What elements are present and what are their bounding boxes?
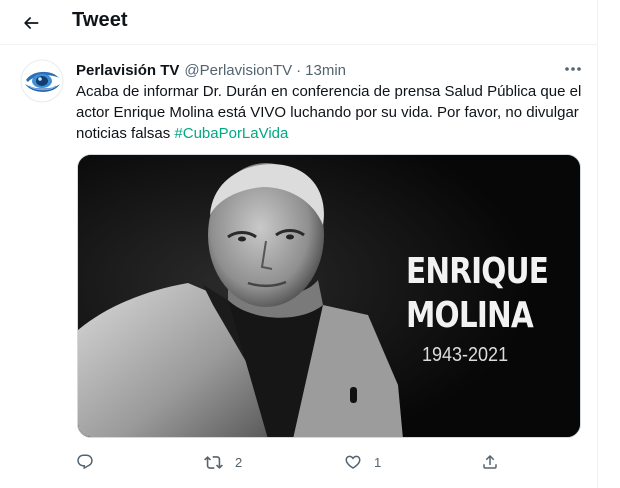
reply-button[interactable] <box>76 449 94 475</box>
share-button[interactable] <box>481 449 499 475</box>
media-caption-line2: MOLINA <box>406 295 534 336</box>
tweet-author-row: Perlavisión TV @PerlavisionTV · 13min <box>76 60 346 80</box>
separator-dot: · <box>296 61 302 79</box>
page-title: Tweet <box>72 9 128 31</box>
hashtag-link[interactable]: #CubaPorLaVida <box>174 125 288 142</box>
tweet-body: Acaba de informar Dr. Durán en conferenc… <box>76 83 582 142</box>
like-button[interactable]: 1 <box>344 449 381 475</box>
tweet-timestamp[interactable]: 13min <box>305 62 346 79</box>
share-icon <box>483 454 497 469</box>
retweet-count: 2 <box>235 454 243 470</box>
author-handle[interactable]: @PerlavisionTV <box>184 62 292 79</box>
tweet-text: Acaba de informar Dr. Durán en conferenc… <box>76 81 586 144</box>
reply-bubble-icon <box>77 454 93 470</box>
avatar[interactable] <box>20 59 64 103</box>
main-column: Tweet Perlavisión TV @PerlavisionTV · 13… <box>0 0 598 488</box>
retweet-icon <box>204 455 223 469</box>
media-caption-line1: ENRIQUE <box>406 251 549 292</box>
author-display-name[interactable]: Perlavisión TV <box>76 62 179 79</box>
page-header: Tweet <box>0 0 598 45</box>
retweet-button[interactable]: 2 <box>204 449 242 475</box>
perlavision-logo <box>20 59 64 103</box>
media-caption-years: 1943-2021 <box>422 344 509 366</box>
back-button[interactable] <box>14 6 48 40</box>
more-dots-icon <box>565 67 581 71</box>
heart-icon <box>345 455 361 469</box>
tweet-media-image[interactable]: ENRIQUE MOLINA 1943-2021 <box>77 154 581 438</box>
more-options-button[interactable] <box>560 58 586 80</box>
arrow-left-icon <box>24 17 39 29</box>
like-count: 1 <box>374 454 382 470</box>
